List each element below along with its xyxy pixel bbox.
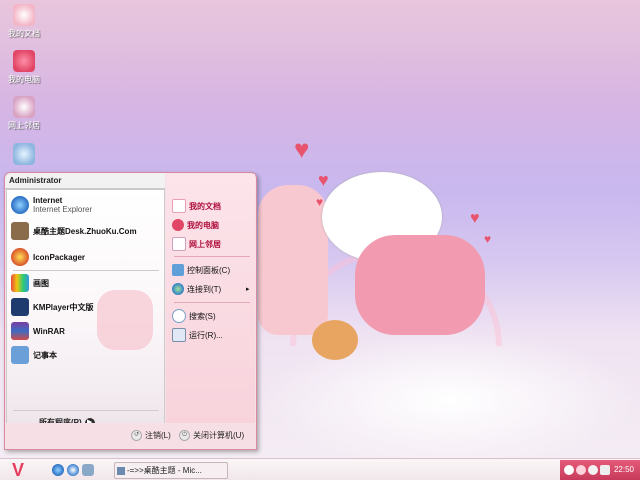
pinned-item-title: Internet [33, 196, 63, 205]
run-icon [172, 328, 186, 342]
pinned-item-title: 画图 [33, 278, 49, 288]
right-my-computer[interactable]: 我的电脑 [172, 218, 219, 232]
kmplayer-icon [11, 298, 29, 316]
shutdown-button[interactable]: ⏻ 关闭计算机(U) [179, 430, 244, 441]
tray-icon[interactable] [576, 465, 586, 475]
heart-icon: ♥ [318, 170, 329, 190]
show-desktop-icon[interactable] [82, 464, 94, 476]
control-panel-icon [172, 264, 184, 276]
start-menu-left-pane: Internet Internet Explorer 桌酷主题Desk.Zhuo… [6, 189, 165, 428]
logoff-icon: ↺ [131, 430, 142, 441]
right-item-label: 搜索(S) [189, 311, 216, 321]
pinned-item-title: IconPackager [33, 252, 86, 262]
wallpaper-cat [312, 320, 358, 360]
separator [174, 302, 250, 303]
taskbar: V -=>>桌酷主题 - Mic... 22:50 [0, 458, 640, 480]
folder-icon [13, 4, 35, 26]
media-player-icon[interactable] [67, 464, 79, 476]
folder-icon [172, 199, 186, 213]
heart-icon [172, 219, 184, 231]
pinned-zhuoku[interactable]: 桌酷主题Desk.ZhuoKu.Com [11, 220, 161, 242]
start-menu-footer: ↺ 注销(L) ⏻ 关闭计算机(U) [5, 423, 256, 449]
right-item-label: 运行(R)... [189, 330, 223, 340]
heart-icon: ♥ [316, 195, 324, 209]
internet-explorer-icon [11, 196, 29, 214]
recycle-bin-icon [13, 143, 35, 165]
volume-icon[interactable] [600, 465, 610, 475]
heart-icon: ♥ [470, 210, 480, 227]
taskbar-button-zhuoku[interactable]: -=>>桌酷主题 - Mic... [114, 462, 228, 479]
pinned-item-title: 桌酷主题Desk.ZhuoKu.Com [33, 226, 137, 236]
heart-icon: ♥ [484, 232, 492, 246]
internet-explorer-icon[interactable] [52, 464, 64, 476]
desktop-icon-my-computer[interactable]: 我的电脑 [4, 50, 44, 85]
desktop: ♥ ♥ ♥ ♥ ♥ 我的文档 我的电脑 网上邻居 Administrator I… [0, 0, 640, 480]
tray-icon[interactable] [564, 465, 574, 475]
desktop-icon-network[interactable]: 网上邻居 [4, 96, 44, 131]
search-icon [172, 309, 186, 323]
task-label: -=>>桌酷主题 - Mic... [127, 466, 202, 475]
pinned-item-title: KMPlayer中文版 [33, 302, 94, 312]
logoff-button[interactable]: ↺ 注销(L) [131, 430, 171, 441]
shutdown-label: 关闭计算机(U) [193, 431, 245, 440]
separator [174, 256, 250, 257]
power-icon: ⏻ [179, 430, 190, 441]
start-menu-header: Administrator [5, 173, 165, 189]
right-my-documents[interactable]: 我的文档 [172, 199, 221, 213]
desktop-icon-recycle[interactable] [4, 143, 44, 167]
notepad-icon [11, 346, 29, 364]
desktop-icon-label: 我的电脑 [8, 75, 40, 84]
desktop-icon-my-documents[interactable]: 我的文档 [4, 4, 44, 39]
paint-icon [11, 274, 29, 292]
start-button[interactable]: V [12, 461, 36, 479]
iconpackager-icon [11, 248, 29, 266]
separator [13, 410, 159, 411]
clock: 22:50 [613, 465, 634, 474]
right-item-label: 控制面板(C) [187, 265, 231, 275]
task-icon [117, 466, 125, 475]
desktop-icon-label: 网上邻居 [8, 121, 40, 130]
right-run[interactable]: 运行(R)... [172, 328, 223, 342]
network-icon [172, 237, 186, 251]
wallpaper-character-right-body [355, 235, 485, 335]
globe-icon [172, 283, 184, 295]
theme-icon [11, 222, 29, 240]
start-menu: Administrator Internet Internet Explorer… [4, 172, 257, 450]
start-menu-right-pane: 我的文档 我的电脑 网上邻居 控制面板(C) 连接到(T) ▸ 搜索(S) 运行… [166, 174, 255, 423]
pinned-internet-explorer[interactable]: Internet Internet Explorer [11, 194, 161, 216]
pinned-item-title: 记事本 [33, 350, 57, 360]
right-connect-to[interactable]: 连接到(T) ▸ [172, 282, 250, 296]
pinned-iconpackager[interactable]: IconPackager [11, 246, 161, 268]
right-search[interactable]: 搜索(S) [172, 309, 216, 323]
logoff-label: 注销(L) [145, 431, 171, 440]
start-menu-art [97, 290, 153, 350]
desktop-icon-label: 我的文档 [8, 29, 40, 38]
right-item-label: 网上邻居 [189, 239, 221, 249]
right-control-panel[interactable]: 控制面板(C) [172, 263, 230, 277]
pinned-item-subtitle: Internet Explorer [33, 205, 93, 214]
right-item-label: 我的电脑 [187, 220, 219, 230]
system-tray: 22:50 [560, 460, 640, 480]
network-icon [13, 96, 35, 118]
user-name: Administrator [9, 176, 62, 185]
right-item-label: 连接到(T) [187, 284, 222, 294]
winrar-icon [11, 322, 29, 340]
right-network[interactable]: 网上邻居 [172, 237, 221, 251]
right-item-label: 我的文档 [189, 201, 221, 211]
computer-icon [13, 50, 35, 72]
submenu-arrow-icon: ▸ [246, 286, 250, 293]
pinned-item-title: WinRAR [33, 326, 65, 336]
heart-icon: ♥ [294, 134, 310, 164]
separator [13, 270, 159, 271]
tray-icon[interactable] [588, 465, 598, 475]
